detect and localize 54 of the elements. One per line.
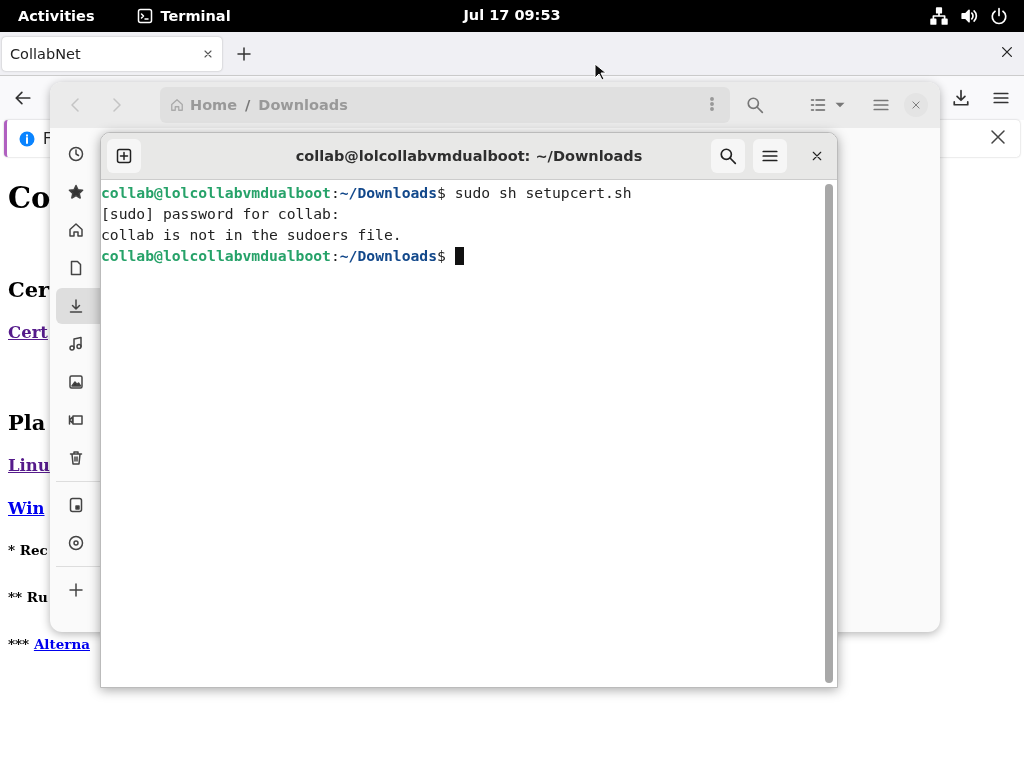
download-icon — [952, 89, 970, 107]
place-icon — [68, 582, 84, 598]
page-heading: Co — [8, 181, 51, 215]
menu-button[interactable] — [753, 139, 787, 173]
place-icon — [68, 412, 84, 428]
new-tab-button[interactable] — [107, 139, 141, 173]
new-tab-icon — [236, 45, 252, 62]
network-icon — [930, 7, 948, 25]
home-icon — [170, 98, 184, 112]
search-button[interactable] — [711, 139, 745, 173]
volume-icon — [960, 7, 978, 25]
search-icon — [746, 96, 764, 114]
note-text: ** Ru — [8, 589, 48, 605]
info-text: F — [43, 129, 52, 148]
note-text: * Rec — [8, 542, 48, 558]
download-link[interactable]: Linu — [8, 456, 50, 475]
output-line: [sudo] password for collab: — [101, 204, 340, 224]
terminal-icon — [136, 8, 153, 24]
place-icon — [68, 298, 84, 314]
place-icon — [68, 260, 84, 276]
info-icon — [19, 130, 35, 147]
search-icon — [719, 147, 737, 165]
output-line: collab is not in the sudoers file. — [101, 225, 402, 245]
activities-button[interactable]: Activities — [18, 8, 95, 24]
prompt-line: collab@lolcollabvmdualboot:~/Downloads$ sudo sh setupcert.sh — [101, 183, 632, 203]
prompt-line: collab@lolcollabvmdualboot:~/Downloads$ — [101, 246, 446, 266]
place-icon — [68, 336, 84, 352]
power-icon — [990, 7, 1008, 25]
section-heading: Cer — [8, 277, 50, 302]
place-icon — [68, 184, 84, 200]
new-tab-icon — [116, 148, 132, 164]
close-icon — [1000, 45, 1014, 59]
back-icon — [14, 89, 32, 107]
download-link[interactable]: Cert — [8, 323, 48, 342]
app-menu[interactable]: Terminal — [160, 8, 231, 24]
place-icon — [68, 146, 84, 162]
place-icon — [68, 222, 84, 238]
download-link[interactable]: Win — [8, 499, 45, 518]
clock[interactable]: Jul 17 09:53 — [463, 7, 561, 23]
alternative-link[interactable]: Alterna — [33, 636, 90, 652]
browser-tab[interactable]: CollabNet — [2, 36, 222, 71]
path-separator: / — [245, 97, 251, 113]
close-icon — [811, 149, 823, 162]
section-heading: Pla — [8, 410, 46, 435]
list-view-icon — [810, 97, 826, 113]
place-icon — [68, 450, 84, 466]
close-icon — [990, 128, 1006, 145]
close-icon — [911, 100, 921, 110]
window-title: collab@lolcollabvmdualboot: ~/Downloads — [295, 148, 643, 164]
scrollbar[interactable] — [825, 184, 833, 683]
place-icon — [68, 497, 84, 513]
place-icon — [68, 374, 84, 390]
note-text: *** — [8, 636, 31, 652]
place-icon — [68, 535, 84, 551]
